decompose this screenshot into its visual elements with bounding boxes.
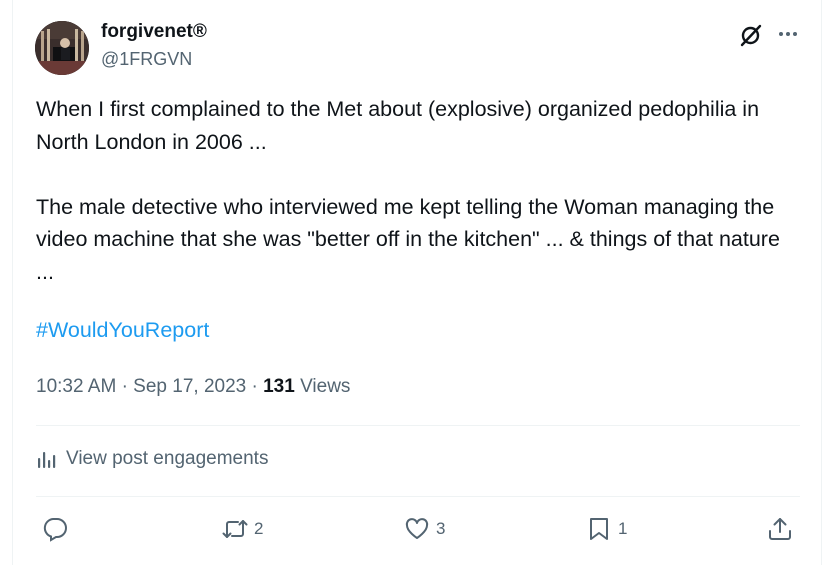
- more-icon[interactable]: [776, 22, 800, 46]
- like-count: 3: [436, 519, 446, 538]
- bookmark-count: 1: [618, 519, 628, 538]
- bookmark-button[interactable]: 1: [586, 513, 627, 545]
- view-engagements-link[interactable]: View post engagements: [36, 448, 268, 470]
- meta-separator: ·: [251, 376, 258, 397]
- post-text: When I first complained to the Met about…: [36, 93, 796, 288]
- view-engagements-label: View post engagements: [66, 448, 269, 469]
- views-count: 131: [263, 376, 295, 397]
- analytics-icon: [38, 452, 56, 468]
- post-time[interactable]: 10:32 AM: [36, 376, 116, 397]
- repost-icon: [222, 520, 248, 538]
- avatar[interactable]: [35, 21, 89, 75]
- repost-button[interactable]: 2: [222, 513, 263, 545]
- reply-button[interactable]: [42, 513, 74, 545]
- grok-icon[interactable]: [738, 22, 764, 48]
- author-display-name[interactable]: forgivenet®: [101, 21, 207, 43]
- repost-count: 2: [254, 519, 264, 538]
- post-date[interactable]: Sep 17, 2023: [133, 376, 246, 397]
- like-button[interactable]: 3: [404, 513, 445, 545]
- hashtag-link[interactable]: #WouldYouReport: [36, 318, 209, 343]
- views-label: Views: [300, 376, 351, 397]
- post-meta: 10:32 AM · Sep 17, 2023 · 131 Views: [36, 376, 350, 398]
- post-paragraph: The male detective who interviewed me ke…: [36, 194, 780, 284]
- post-paragraph: When I first complained to the Met about…: [36, 97, 760, 154]
- share-icon: [769, 518, 791, 540]
- author-handle[interactable]: @1FRGVN: [101, 49, 192, 70]
- divider: [36, 496, 800, 497]
- share-button[interactable]: [767, 513, 793, 545]
- like-icon: [405, 518, 429, 539]
- divider: [36, 425, 800, 426]
- reply-icon: [43, 518, 67, 542]
- meta-separator: ·: [121, 376, 128, 397]
- bookmark-icon: [590, 518, 608, 540]
